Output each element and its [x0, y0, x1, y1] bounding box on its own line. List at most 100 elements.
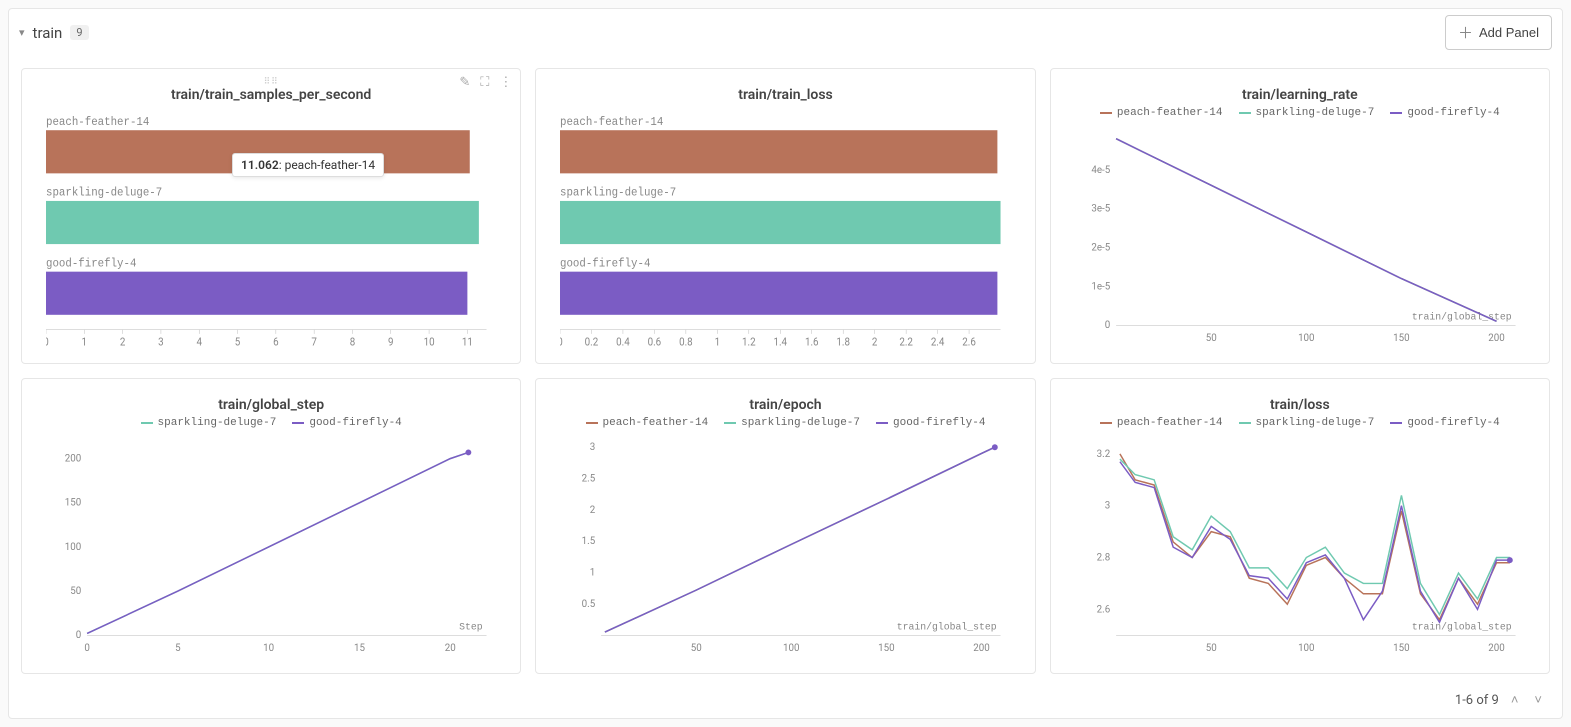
svg-text:150: 150 [1393, 333, 1410, 344]
svg-text:train/global_step: train/global_step [897, 621, 997, 632]
svg-text:3.2: 3.2 [1096, 449, 1110, 460]
panel-epoch[interactable]: train/epoch peach-feather-14 sparkling-de… [535, 378, 1035, 674]
section-train: ▾ train 9 ＋ Add Panel ⠿⠿ ✎ ⛶ ⋮ train/tra… [8, 8, 1563, 719]
hover-tooltip: 11.062: peach-feather-14 [232, 153, 384, 177]
svg-text:50: 50 [70, 586, 81, 597]
chevron-down-icon[interactable]: ▾ [19, 26, 25, 39]
svg-text:150: 150 [1393, 643, 1410, 654]
chart-area: peach-feather-14sparkling-deluge-7good-f… [536, 103, 1034, 363]
drag-handle-icon[interactable]: ⠿⠿ [264, 77, 279, 87]
svg-text:50: 50 [1205, 643, 1216, 654]
svg-text:20: 20 [445, 643, 456, 654]
svg-text:6: 6 [273, 337, 279, 348]
legend-item[interactable]: sparkling-deluge-7 [1239, 417, 1375, 429]
svg-text:train/global_step: train/global_step [1411, 621, 1511, 632]
svg-text:sparkling-deluge-7: sparkling-deluge-7 [560, 187, 676, 199]
svg-text:10: 10 [424, 337, 435, 348]
svg-text:50: 50 [1205, 333, 1216, 344]
svg-text:2: 2 [120, 337, 126, 348]
legend-item[interactable]: peach-feather-14 [1100, 107, 1223, 119]
legend-item[interactable]: good-firefly-4 [292, 417, 401, 429]
chart-area: 0.511.522.5350100150200train/global_step [536, 429, 1034, 673]
svg-text:2.4: 2.4 [931, 337, 945, 348]
svg-text:150: 150 [878, 643, 895, 654]
chart-area: 11.062: peach-feather-14 peach-feather-1… [22, 103, 520, 363]
svg-text:50: 50 [691, 643, 702, 654]
svg-text:1.4: 1.4 [774, 337, 788, 348]
svg-text:2: 2 [590, 505, 596, 516]
svg-text:200: 200 [974, 643, 991, 654]
panel-title: train/learning_rate [1051, 69, 1549, 103]
svg-text:11: 11 [462, 337, 473, 348]
svg-text:1: 1 [715, 337, 720, 348]
panel-title: train/global_step [22, 379, 520, 413]
svg-text:7: 7 [311, 337, 317, 348]
svg-text:sparkling-deluge-7: sparkling-deluge-7 [46, 187, 162, 199]
svg-text:2.5: 2.5 [582, 473, 596, 484]
svg-text:1: 1 [82, 337, 87, 348]
more-icon[interactable]: ⋮ [499, 75, 512, 90]
legend-item[interactable]: sparkling-deluge-7 [1239, 107, 1375, 119]
legend-item[interactable]: peach-feather-14 [1100, 417, 1223, 429]
svg-text:100: 100 [65, 542, 82, 553]
panel-title: train/loss [1051, 379, 1549, 413]
legend-item[interactable]: good-firefly-4 [876, 417, 985, 429]
svg-text:3e-5: 3e-5 [1091, 204, 1110, 215]
svg-text:0.2: 0.2 [585, 337, 599, 348]
svg-text:good-firefly-4: good-firefly-4 [46, 258, 137, 270]
panels-grid: ⠿⠿ ✎ ⛶ ⋮ train/train_samples_per_second … [9, 56, 1562, 686]
line-chart-svg: 0.511.522.5350100150200train/global_step [560, 435, 1010, 663]
svg-text:200: 200 [65, 454, 82, 465]
svg-text:1.6: 1.6 [805, 337, 819, 348]
svg-text:2.6: 2.6 [1096, 604, 1110, 615]
svg-text:0.5: 0.5 [582, 599, 596, 610]
svg-text:2.2: 2.2 [900, 337, 914, 348]
legend-item[interactable]: peach-feather-14 [586, 417, 709, 429]
bar-chart-svg: peach-feather-14sparkling-deluge-7good-f… [560, 109, 1010, 353]
line-chart-svg: 01e-52e-53e-54e-550100150200train/global… [1075, 125, 1525, 353]
legend-item[interactable]: good-firefly-4 [1390, 107, 1499, 119]
section-footer: 1-6 of 9 ˄ ˅ [9, 686, 1562, 718]
panel-learning-rate[interactable]: train/learning_rate peach-feather-14 spar… [1050, 68, 1550, 364]
svg-text:1: 1 [590, 567, 596, 578]
chart-legend: peach-feather-14 sparkling-deluge-7 good-f… [536, 417, 1034, 429]
svg-text:0: 0 [1104, 320, 1110, 331]
svg-text:4: 4 [196, 337, 202, 348]
svg-text:0.8: 0.8 [679, 337, 693, 348]
panel-train-samples-per-second[interactable]: ⠿⠿ ✎ ⛶ ⋮ train/train_samples_per_second … [21, 68, 521, 364]
fullscreen-icon[interactable]: ⛶ [480, 75, 489, 90]
svg-text:2.8: 2.8 [1096, 552, 1110, 563]
section-title: train [33, 24, 63, 42]
chart-area: 05010015020005101520Step [22, 429, 520, 673]
add-panel-button[interactable]: ＋ Add Panel [1445, 15, 1552, 50]
svg-text:2: 2 [872, 337, 878, 348]
svg-text:0: 0 [84, 643, 90, 654]
svg-text:0: 0 [560, 337, 563, 348]
panel-count-badge: 9 [70, 25, 88, 40]
panel-title: train/epoch [536, 379, 1034, 413]
svg-text:8: 8 [350, 337, 356, 348]
legend-item[interactable]: sparkling-deluge-7 [724, 417, 860, 429]
page-prev-icon[interactable]: ˄ [1507, 692, 1523, 708]
chart-legend: sparkling-deluge-7 good-firefly-4 [22, 417, 520, 429]
svg-text:Step: Step [459, 621, 483, 632]
svg-text:4e-5: 4e-5 [1091, 165, 1110, 176]
svg-text:1.8: 1.8 [837, 337, 851, 348]
svg-text:good-firefly-4: good-firefly-4 [560, 258, 651, 270]
panel-global-step[interactable]: train/global_step sparkling-deluge-7 good… [21, 378, 521, 674]
svg-text:0: 0 [76, 630, 82, 641]
svg-text:100: 100 [1298, 333, 1315, 344]
svg-text:1.2: 1.2 [742, 337, 756, 348]
bar-chart-svg: peach-feather-14 sparkling-deluge-7 good-f… [46, 109, 496, 353]
legend-item[interactable]: good-firefly-4 [1390, 417, 1499, 429]
tooltip-run: peach-feather-14 [285, 158, 376, 172]
page-next-icon[interactable]: ˅ [1530, 692, 1546, 708]
plus-icon: ＋ [1458, 22, 1473, 43]
svg-text:3: 3 [158, 337, 164, 348]
edit-icon[interactable]: ✎ [459, 75, 470, 90]
legend-item[interactable]: sparkling-deluge-7 [141, 417, 277, 429]
svg-text:9: 9 [388, 337, 394, 348]
panel-loss-line[interactable]: train/loss peach-feather-14 sparkling-del… [1050, 378, 1550, 674]
svg-text:0: 0 [46, 337, 49, 348]
panel-train-loss-bar[interactable]: train/train_loss peach-feather-14sparkli… [535, 68, 1035, 364]
